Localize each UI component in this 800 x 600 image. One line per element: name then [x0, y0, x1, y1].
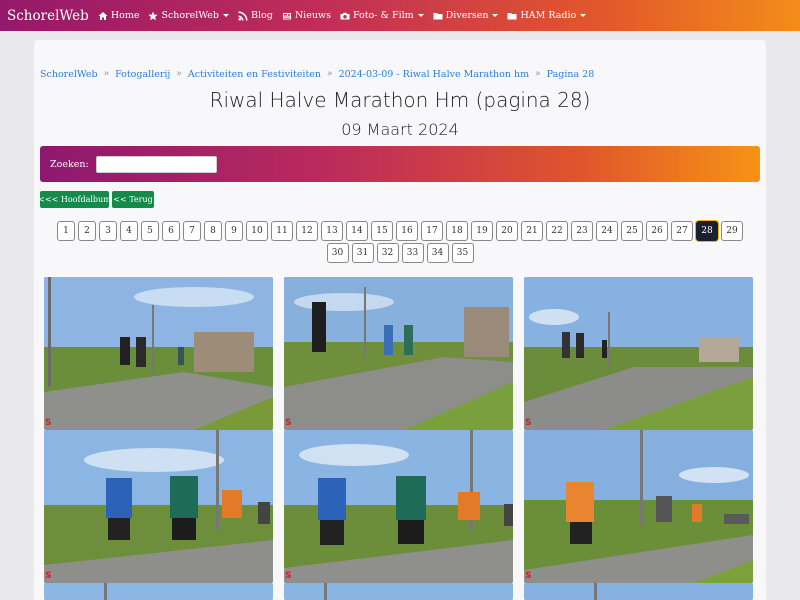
search-label: Zoeken: — [50, 158, 89, 170]
nav-item-home[interactable]: Home — [98, 10, 140, 21]
pagination-page[interactable]: 18 — [446, 221, 468, 241]
pagination-page[interactable]: 32 — [376, 243, 399, 263]
pagination-page[interactable]: 1 — [57, 221, 75, 241]
nav-item-diversen[interactable]: Diversen — [433, 10, 499, 21]
nav-item-label: Blog — [251, 10, 273, 21]
page-title: Riwal Halve Marathon Hm (pagina 28) — [209, 88, 591, 112]
gallery-photo[interactable] — [44, 583, 273, 600]
gallery-photo[interactable]: S — [524, 430, 753, 583]
pagination-page[interactable]: 16 — [396, 221, 418, 241]
pagination-page[interactable]: 3 — [99, 221, 117, 241]
pagination-page[interactable]: 20 — [496, 221, 518, 241]
pagination-page[interactable]: 31 — [351, 243, 374, 263]
breadcrumb-separator: » — [327, 69, 333, 79]
nav-item-label: Nieuws — [294, 10, 331, 21]
pagination-page[interactable]: 7 — [183, 221, 201, 241]
watermark-logo: S — [285, 418, 292, 428]
watermark-logo: S — [525, 418, 532, 428]
pagination-page[interactable]: 25 — [621, 221, 643, 241]
pagination-page[interactable]: 4 — [120, 221, 138, 241]
breadcrumb-current[interactable]: Pagina 28 — [547, 69, 595, 80]
folder-icon — [433, 12, 443, 19]
breadcrumb-item[interactable]: SchorelWeb — [40, 69, 98, 80]
pagination-page[interactable]: 6 — [162, 221, 180, 241]
pagination-page[interactable]: 15 — [371, 221, 393, 241]
nav-item-label: Home — [110, 10, 140, 21]
star-icon — [148, 11, 159, 20]
navbar: SchorelWeb Home SchorelWeb Blog Nieuws F… — [0, 0, 800, 31]
watermark-logo: S — [525, 571, 532, 581]
chevron-down-icon — [417, 14, 424, 17]
nav-item-foto-film[interactable]: Foto- & Film — [340, 10, 424, 21]
watermark-logo: S — [45, 418, 52, 428]
pagination-page[interactable]: 35 — [451, 243, 474, 263]
nav-item-label: Diversen — [445, 10, 489, 21]
pagination-page[interactable]: 14 — [346, 221, 368, 241]
newspaper-icon — [282, 12, 291, 19]
breadcrumb-item[interactable]: Activiteiten en Festiviteiten — [188, 69, 321, 80]
nav-item-label: HAM Radio — [520, 10, 577, 21]
home-icon — [98, 11, 108, 20]
pagination: 1 2 3 4 5 6 7 8 9 10 11 12 13 14 15 16 17 18 19 20 21 22 23 24 2… — [0, 221, 800, 263]
folder-icon — [507, 12, 517, 19]
rss-icon — [238, 11, 248, 20]
pagination-page[interactable]: 13 — [321, 221, 343, 241]
pagination-page[interactable]: 24 — [596, 221, 618, 241]
breadcrumb-item[interactable]: 2024-03-09 - Riwal Halve Marathon hm — [339, 69, 530, 80]
breadcrumb-separator: » — [103, 69, 110, 79]
gallery-photo[interactable]: S — [44, 430, 273, 583]
gallery-photo[interactable]: S — [524, 277, 753, 430]
pagination-page[interactable]: 9 — [225, 221, 243, 241]
back-button[interactable]: << Terug — [112, 191, 154, 208]
pagination-page[interactable]: 21 — [521, 221, 543, 241]
pagination-page[interactable]: 19 — [471, 221, 493, 241]
chevron-down-icon — [492, 14, 499, 17]
pagination-page[interactable]: 11 — [271, 221, 293, 241]
pagination-page[interactable]: 27 — [671, 221, 693, 241]
hoofdalbum-button[interactable]: <<< Hoofdalbum — [38, 191, 111, 208]
search-input[interactable] — [95, 155, 217, 173]
gallery-photo[interactable] — [284, 583, 513, 600]
navbar-brand[interactable]: SchorelWeb — [7, 8, 89, 24]
page-date: 09 Maart 2024 — [341, 120, 459, 139]
camera-icon — [340, 12, 350, 19]
pagination-current-page[interactable]: 28 — [696, 221, 718, 241]
pagination-page[interactable]: 2 — [78, 221, 96, 241]
pagination-page[interactable]: 29 — [721, 221, 743, 241]
breadcrumb: SchorelWeb » Fotogallerij » Activiteiten… — [40, 68, 594, 80]
pagination-page[interactable]: 12 — [296, 221, 318, 241]
breadcrumb-separator: » — [535, 69, 541, 79]
pagination-page[interactable]: 33 — [401, 243, 424, 263]
nav-item-blog[interactable]: Blog — [238, 10, 273, 21]
pagination-page[interactable]: 8 — [204, 221, 222, 241]
chevron-down-icon — [580, 14, 587, 17]
chevron-down-icon — [223, 14, 230, 17]
gallery-photo[interactable] — [524, 583, 753, 600]
pagination-page[interactable]: 5 — [141, 221, 159, 241]
pagination-page[interactable]: 26 — [646, 221, 668, 241]
breadcrumb-item[interactable]: Fotogallerij — [115, 69, 170, 80]
pagination-row: 1 2 3 4 5 6 7 8 9 10 11 12 13 14 15 16 17 18 19 20 21 22 23 24 2… — [57, 221, 743, 241]
pagination-row: 30 31 32 33 34 35 — [326, 243, 474, 263]
pagination-page[interactable]: 30 — [326, 243, 349, 263]
pagination-page[interactable]: 23 — [571, 221, 593, 241]
nav-item-schorelweb[interactable]: SchorelWeb — [148, 10, 230, 21]
nav-item-ham-radio[interactable]: HAM Radio — [507, 10, 587, 21]
gallery-photo[interactable]: S — [284, 430, 513, 583]
watermark-logo: S — [45, 571, 52, 581]
watermark-logo: S — [285, 571, 292, 581]
pagination-page[interactable]: 34 — [426, 243, 449, 263]
nav-item-label: Foto- & Film — [352, 10, 414, 21]
nav-item-nieuws[interactable]: Nieuws — [282, 10, 331, 21]
pagination-page[interactable]: 17 — [421, 221, 443, 241]
pagination-page[interactable]: 10 — [246, 221, 268, 241]
nav-item-label: SchorelWeb — [161, 10, 220, 21]
search-bar: Zoeken: — [40, 146, 760, 182]
pagination-page[interactable]: 22 — [546, 221, 568, 241]
gallery-photo[interactable]: S — [284, 277, 513, 430]
breadcrumb-separator: » — [176, 69, 182, 79]
gallery-photo[interactable]: S — [44, 277, 273, 430]
